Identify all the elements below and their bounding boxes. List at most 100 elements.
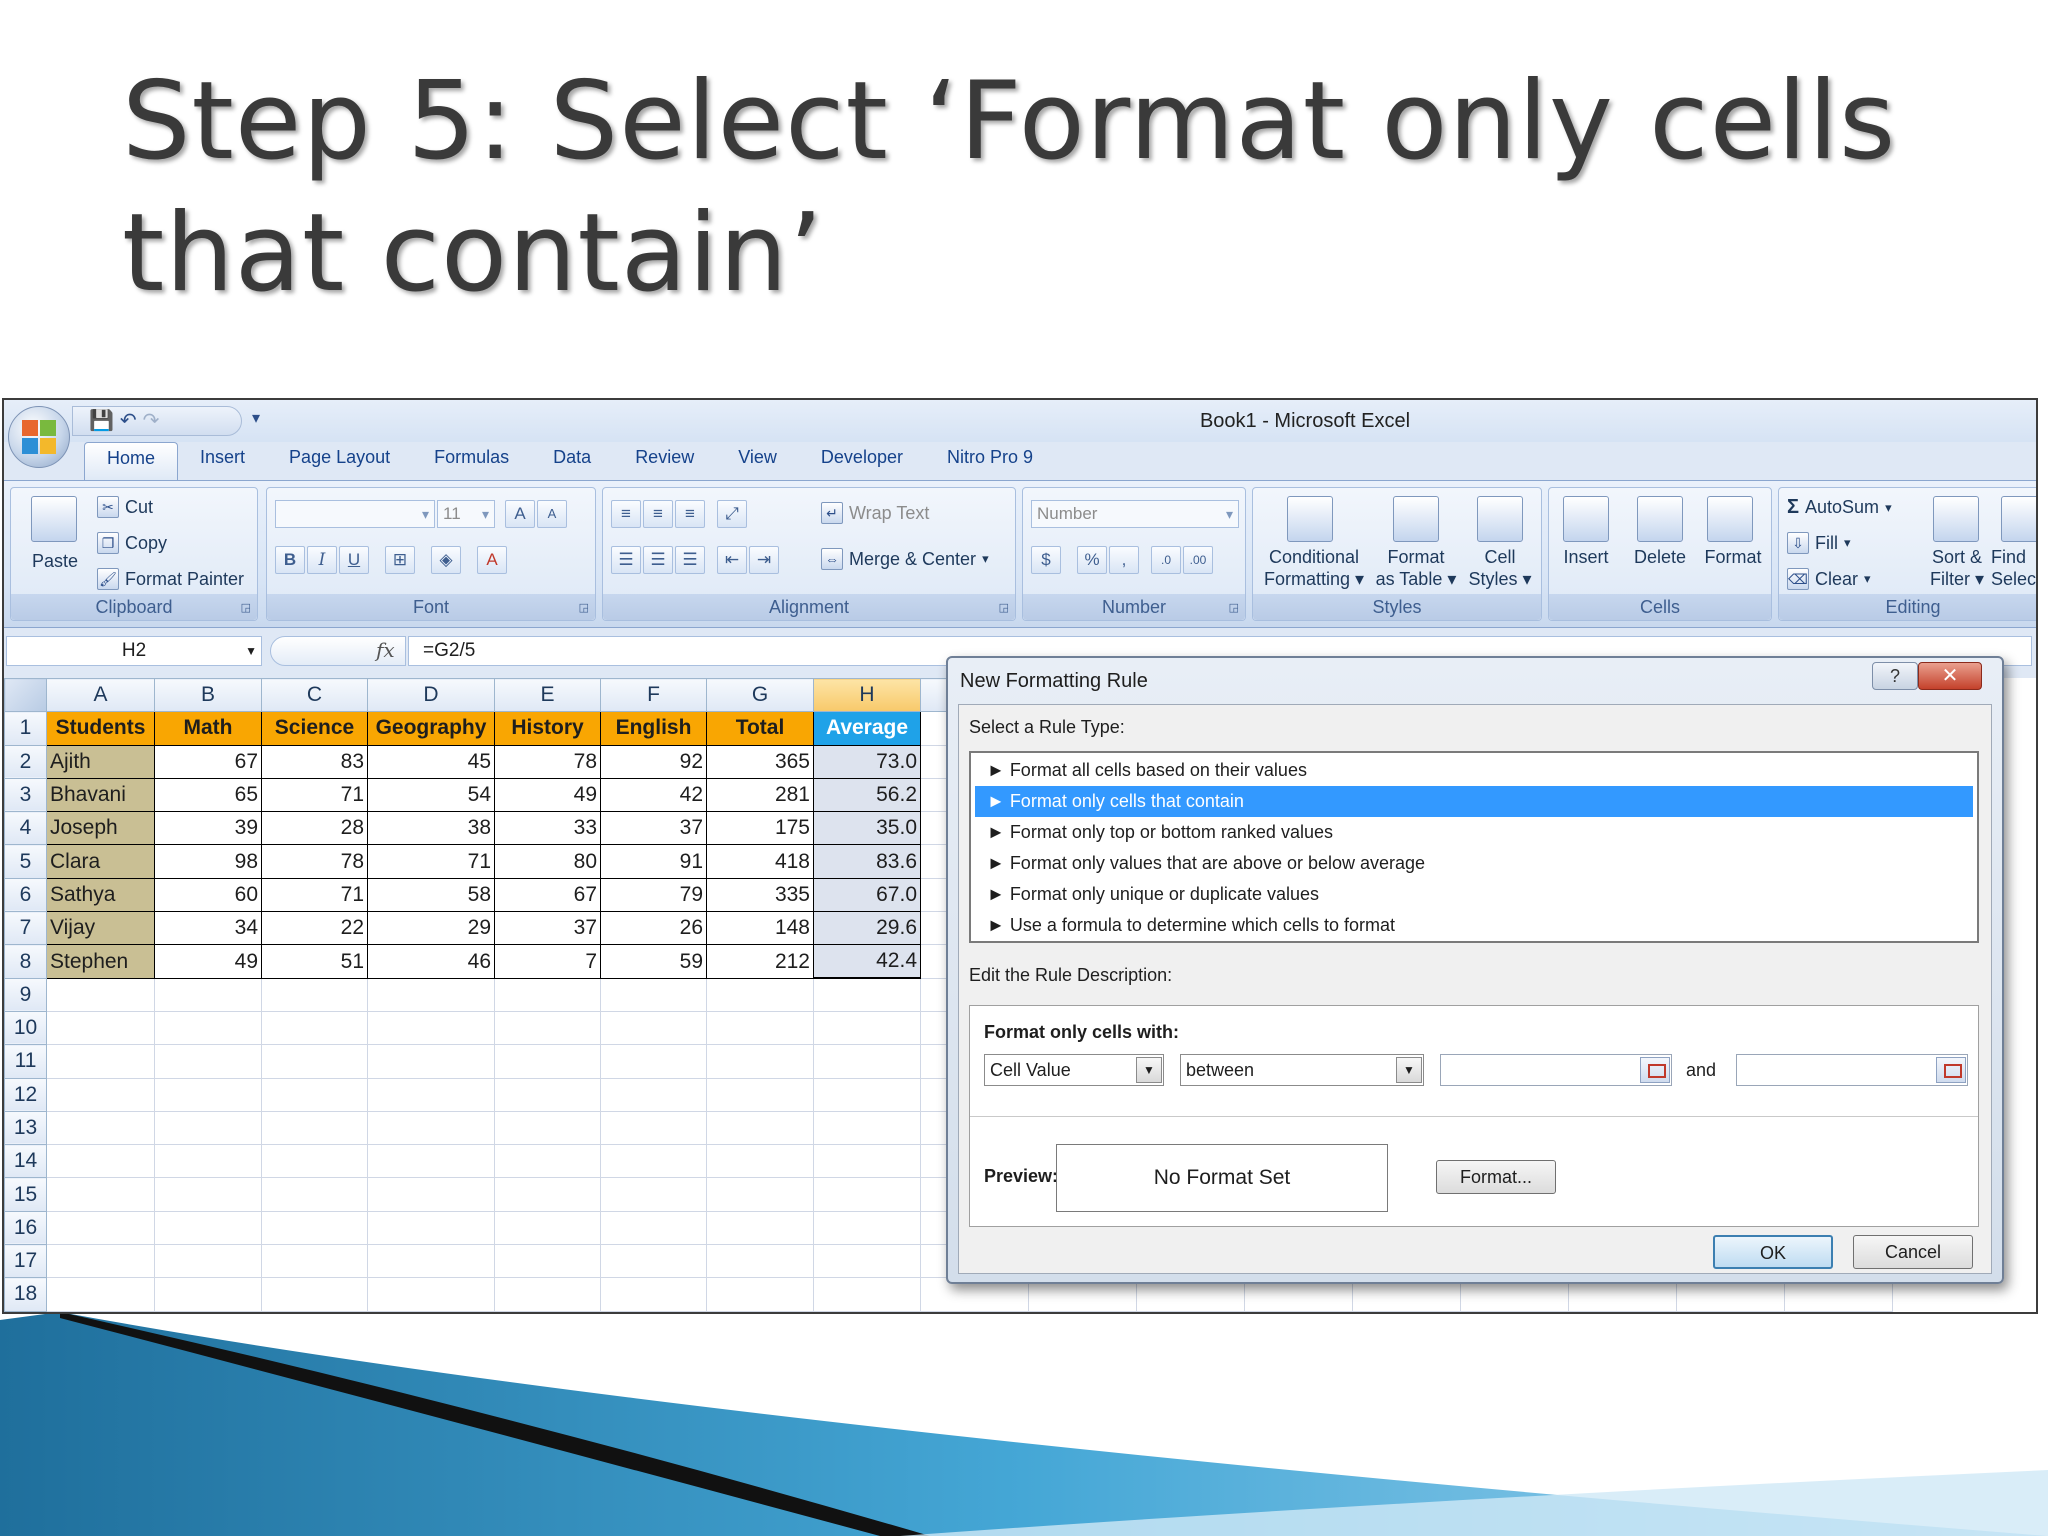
empty-cell[interactable] [494, 1144, 601, 1179]
empty-cell[interactable] [154, 977, 262, 1012]
student-name-cell[interactable]: Joseph [46, 811, 155, 846]
format-cells-button[interactable]: Format [1695, 546, 1771, 568]
row-header[interactable]: 1 [4, 711, 47, 746]
empty-cell[interactable] [367, 1010, 495, 1046]
empty-cell[interactable] [600, 1244, 707, 1279]
cell-styles-icon[interactable] [1477, 496, 1523, 542]
score-cell[interactable]: 29 [367, 911, 495, 946]
conditional-formatting-icon[interactable] [1287, 496, 1333, 542]
score-cell[interactable]: 37 [494, 911, 601, 946]
score-cell[interactable]: 28 [261, 811, 368, 846]
score-cell[interactable]: 54 [367, 777, 495, 813]
align-bottom-icon[interactable]: ≡ [675, 500, 705, 528]
rule-type-item[interactable]: ► Format only values that are above or b… [975, 848, 1973, 879]
redo-icon[interactable]: ↷ [143, 411, 160, 431]
score-cell[interactable]: 83 [261, 744, 368, 779]
score-cell[interactable]: 51 [261, 944, 368, 979]
empty-cell[interactable] [367, 977, 495, 1012]
empty-cell[interactable] [706, 1277, 814, 1312]
rule-type-item[interactable]: ► Format only top or bottom ranked value… [975, 817, 1973, 848]
tab-review[interactable]: Review [613, 442, 716, 480]
empty-cell[interactable] [261, 1277, 368, 1312]
name-box[interactable]: H2 [6, 636, 262, 666]
merge-center-button[interactable]: ⇔ Merge & Center ▾ [821, 548, 989, 570]
sort-filter-icon[interactable] [1933, 496, 1979, 542]
score-cell[interactable]: 71 [261, 877, 368, 913]
score-cell[interactable]: 38 [367, 811, 495, 846]
header-cell[interactable]: Geography [367, 711, 495, 746]
empty-cell[interactable] [367, 1144, 495, 1179]
row-header[interactable]: 10 [4, 1010, 47, 1046]
score-cell[interactable]: 49 [494, 777, 601, 813]
decrease-indent-icon[interactable]: ⇤ [717, 546, 747, 574]
wrap-text-button[interactable]: ↵ Wrap Text [821, 502, 929, 524]
average-cell[interactable]: 67.0 [813, 877, 921, 913]
row-header[interactable]: 18 [4, 1277, 47, 1312]
empty-cell[interactable] [367, 1244, 495, 1279]
tab-nitro-pro[interactable]: Nitro Pro 9 [925, 442, 1055, 480]
empty-cell[interactable] [46, 1077, 155, 1112]
header-cell[interactable]: History [494, 711, 601, 746]
score-cell[interactable]: 78 [494, 744, 601, 779]
currency-icon[interactable]: $ [1031, 546, 1061, 574]
cut-button[interactable]: ✂ Cut [97, 496, 153, 518]
score-cell[interactable]: 212 [706, 944, 814, 979]
empty-cell[interactable] [154, 1244, 262, 1279]
rule-type-item[interactable]: ► Format all cells based on their values [975, 755, 1973, 786]
empty-cell[interactable] [600, 1144, 707, 1179]
row-header[interactable]: 17 [4, 1244, 47, 1279]
empty-cell[interactable] [813, 977, 921, 1012]
header-cell[interactable]: Total [706, 711, 814, 746]
empty-cell[interactable] [600, 1177, 707, 1212]
score-cell[interactable]: 98 [154, 844, 262, 879]
delete-cells-button[interactable]: Delete [1625, 546, 1695, 568]
score-cell[interactable]: 67 [494, 877, 601, 913]
italic-button[interactable]: I [307, 546, 337, 574]
score-cell[interactable]: 37 [600, 811, 707, 846]
empty-cell[interactable] [706, 1077, 814, 1112]
empty-cell[interactable] [494, 1077, 601, 1112]
score-cell[interactable]: 91 [600, 844, 707, 879]
bold-button[interactable]: B [275, 546, 305, 574]
row-header[interactable]: 13 [4, 1110, 47, 1146]
font-size-combo[interactable]: 11 [437, 500, 495, 528]
rule-type-item[interactable]: ► Use a formula to determine which cells… [975, 910, 1973, 941]
score-cell[interactable]: 80 [494, 844, 601, 879]
clipboard-launcher-icon[interactable]: ◲ [241, 601, 251, 614]
tab-formulas[interactable]: Formulas [412, 442, 531, 480]
orientation-icon[interactable]: ⤢ [717, 500, 747, 528]
average-cell[interactable]: 83.6 [813, 844, 921, 879]
average-cell[interactable]: 29.6 [813, 911, 921, 946]
tab-home[interactable]: Home [84, 442, 179, 480]
grow-font-icon[interactable]: A [505, 500, 535, 528]
empty-cell[interactable] [154, 1177, 262, 1212]
align-middle-icon[interactable]: ≡ [643, 500, 673, 528]
score-cell[interactable]: 45 [367, 744, 495, 779]
empty-cell[interactable] [600, 1110, 707, 1146]
empty-cell[interactable] [706, 1244, 814, 1279]
office-button[interactable] [8, 406, 70, 468]
row-header[interactable]: 3 [4, 777, 47, 813]
cell-styles-button[interactable]: Cell Styles ▾ [1461, 546, 1539, 590]
border-icon[interactable]: ⊞ [385, 546, 415, 574]
score-cell[interactable]: 365 [706, 744, 814, 779]
font-color-icon[interactable]: A [477, 546, 507, 574]
empty-cell[interactable] [494, 1177, 601, 1212]
empty-cell[interactable] [706, 1044, 814, 1079]
help-button[interactable]: ? [1872, 662, 1918, 690]
align-top-icon[interactable]: ≡ [611, 500, 641, 528]
font-name-combo[interactable] [275, 500, 435, 528]
score-cell[interactable]: 26 [600, 911, 707, 946]
empty-cell[interactable] [261, 1077, 368, 1112]
font-launcher-icon[interactable]: ◲ [579, 601, 589, 614]
row-header[interactable]: 7 [4, 911, 47, 946]
score-cell[interactable]: 7 [494, 944, 601, 979]
header-cell[interactable]: Science [261, 711, 368, 746]
empty-cell[interactable] [600, 1010, 707, 1046]
header-cell[interactable]: English [600, 711, 707, 746]
student-name-cell[interactable]: Ajith [46, 744, 155, 779]
row-header[interactable]: 14 [4, 1144, 47, 1179]
score-cell[interactable]: 42 [600, 777, 707, 813]
insert-function-icon[interactable]: fx [376, 638, 395, 662]
column-header-d[interactable]: D [367, 677, 495, 713]
